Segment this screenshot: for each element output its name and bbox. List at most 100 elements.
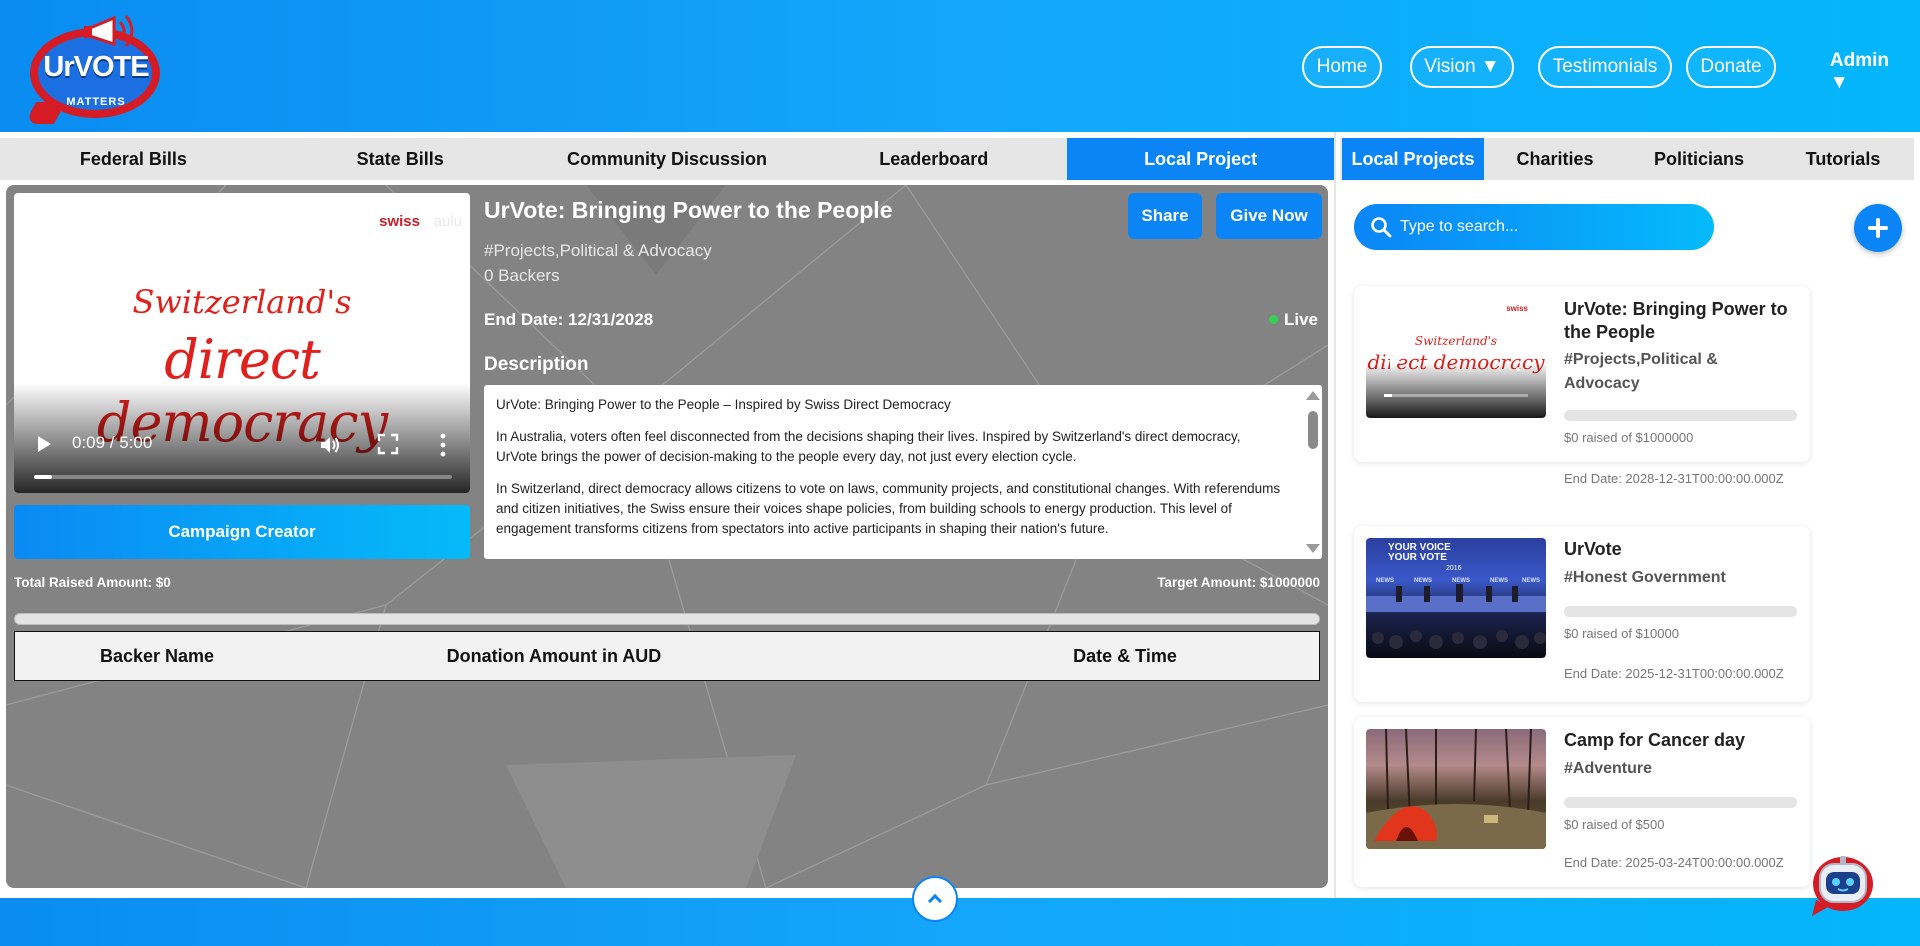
card-title[interactable]: UrVote: Bringing Power to the People	[1564, 298, 1794, 344]
more-options-icon[interactable]	[1516, 353, 1520, 371]
video-brand-label: swiss	[379, 213, 420, 230]
debate-stage-image: YOUR VOICE YOUR VOTE 2016 NEWS NEWS NEWS…	[1366, 542, 1546, 649]
project-tags: #Projects,Political & Advocacy	[484, 241, 712, 260]
video-brand-faint-label: aulu	[433, 213, 462, 230]
scroll-down-arrow-icon[interactable]	[1306, 544, 1320, 553]
left-tab-bar: Federal Bills State Bills Community Disc…	[0, 138, 1334, 180]
nav-home-button[interactable]: Home	[1302, 46, 1382, 88]
campaign-creator-button[interactable]: Campaign Creator	[14, 505, 470, 559]
card-raised: $0 raised of $10000	[1564, 626, 1679, 641]
card-end-date: End Date: 2025-03-24T00:00:00.000Z	[1564, 855, 1784, 870]
logo-subtext: MATTERS	[66, 96, 126, 108]
nav-donate-button[interactable]: Donate	[1686, 46, 1776, 88]
card-tags: #Honest Government	[1564, 569, 1726, 586]
nav-admin-dropdown[interactable]: Admin ▼	[1830, 50, 1889, 94]
card-end-date: End Date: 2025-12-31T00:00:00.000Z	[1564, 666, 1784, 681]
thumb-seek-progress	[1384, 394, 1392, 397]
card-image-thumbnail[interactable]	[1366, 729, 1546, 849]
video-seek-bar[interactable]	[34, 475, 452, 479]
share-button[interactable]: Share	[1128, 193, 1202, 239]
megaphone-icon	[84, 15, 134, 47]
card-tags: #Projects,Political & Advocacy	[1564, 351, 1718, 392]
description-paragraph: In Australia, voters often feel disconne…	[496, 429, 1241, 464]
tab-local-projects[interactable]: Local Projects	[1342, 138, 1484, 180]
backers-table-header: Backer Name Donation Amount in AUD Date …	[14, 631, 1320, 681]
project-card[interactable]: YOUR VOICE YOUR VOTE 2016 NEWS NEWS NEWS…	[1354, 526, 1810, 702]
card-progress-bar	[1564, 797, 1797, 808]
tab-federal-bills[interactable]: Federal Bills	[0, 138, 267, 180]
play-icon[interactable]	[1390, 355, 1401, 369]
description-paragraph: UrVote: Bringing Power to the People – I…	[496, 397, 951, 412]
card-end-date: End Date: 2028-12-31T00:00:00.000Z	[1564, 471, 1784, 486]
urvote-logo[interactable]: UrVOTE MATTERS	[23, 10, 166, 124]
scroll-to-top-button[interactable]	[912, 876, 958, 922]
project-backers: 0 Backers	[484, 266, 560, 285]
column-backer-name: Backer Name	[99, 646, 215, 666]
card-title[interactable]: UrVote	[1564, 538, 1794, 561]
camping-tent-image	[1366, 729, 1546, 849]
nav-testimonials-button[interactable]: Testimonials	[1538, 46, 1672, 88]
header: UrVOTE MATTERS Home Vision ▼ Testimonial…	[0, 0, 1920, 132]
description-heading: Description	[484, 354, 589, 375]
column-date-time: Date & Time	[1073, 646, 1177, 666]
add-project-button[interactable]	[1854, 204, 1902, 252]
status-text: Live	[1283, 310, 1318, 329]
thumb-title-line1: Switzerland's	[1414, 334, 1498, 348]
scroll-up-arrow-icon[interactable]	[1306, 391, 1320, 400]
thumb-news-label: NEWS	[1490, 578, 1508, 584]
give-now-button[interactable]: Give Now	[1216, 193, 1322, 239]
tab-charities[interactable]: Charities	[1484, 138, 1626, 180]
project-end-date: End Date: 12/31/2028	[484, 310, 654, 329]
card-progress-bar	[1564, 410, 1797, 421]
project-card[interactable]: Camp for Cancer day #Adventure $0 raised…	[1354, 717, 1810, 887]
thumb-news-label: NEWS	[1522, 578, 1540, 584]
fullscreen-icon[interactable]	[377, 433, 399, 455]
volume-icon[interactable]	[318, 433, 342, 457]
chatbot-icon[interactable]	[1810, 852, 1876, 918]
panel-divider	[1334, 132, 1336, 898]
project-card[interactable]: swiss Switzerland's direct democracy UrV…	[1354, 286, 1810, 462]
search-icon	[1371, 217, 1392, 238]
logo-text: UrVOTE	[43, 51, 149, 83]
total-raised-amount: Total Raised Amount: $0	[14, 575, 171, 590]
thumb-news-label: NEWS	[1376, 578, 1394, 584]
video-controls: 0:09 / 5:00	[14, 423, 470, 493]
target-amount: Target Amount: $1000000	[1157, 575, 1320, 590]
tab-politicians[interactable]: Politicians	[1628, 138, 1770, 180]
column-donation-amount: Donation Amount in AUD	[446, 646, 662, 666]
footer	[0, 898, 1920, 946]
tab-state-bills[interactable]: State Bills	[267, 138, 534, 180]
tab-leaderboard[interactable]: Leaderboard	[800, 138, 1067, 180]
live-dot-icon	[1268, 315, 1278, 324]
description-box[interactable]: UrVote: Bringing Power to the People – I…	[484, 385, 1322, 559]
project-title: UrVote: Bringing Power to the People	[484, 197, 893, 223]
search-input[interactable]	[1400, 211, 1700, 243]
thumb-news-label: NEWS	[1414, 578, 1432, 584]
project-detail-panel: swiss aulu Switzerland's direct democrac…	[6, 185, 1328, 888]
scrollbar-thumb[interactable]	[1308, 411, 1318, 449]
funding-progress-bar	[14, 613, 1320, 625]
play-icon[interactable]	[38, 436, 51, 452]
more-options-icon[interactable]	[440, 433, 446, 457]
tab-tutorials[interactable]: Tutorials	[1772, 138, 1914, 180]
search-bar	[1354, 204, 1714, 250]
thumb-brand-label: swiss	[1506, 304, 1528, 313]
tab-local-project[interactable]: Local Project	[1067, 138, 1334, 180]
description-scrollbar[interactable]	[1302, 385, 1322, 559]
card-title[interactable]: Camp for Cancer day	[1564, 729, 1794, 752]
project-video-player[interactable]: swiss aulu Switzerland's direct democrac…	[14, 193, 470, 493]
nav-vision-dropdown[interactable]: Vision ▼	[1410, 46, 1514, 88]
status-badge: Live	[1268, 310, 1318, 330]
card-video-thumbnail[interactable]: swiss Switzerland's direct democracy	[1366, 298, 1546, 418]
thumb-banner-year: 2016	[1446, 565, 1462, 572]
video-seek-progress	[34, 475, 52, 479]
card-image-thumbnail[interactable]: YOUR VOICE YOUR VOTE 2016 NEWS NEWS NEWS…	[1366, 538, 1546, 658]
tab-community-discussion[interactable]: Community Discussion	[534, 138, 801, 180]
card-raised: $0 raised of $1000000	[1564, 430, 1694, 445]
thumb-news-label: NEWS	[1452, 578, 1470, 584]
card-tags: #Adventure	[1564, 760, 1653, 777]
video-title-line1: Switzerland's	[132, 283, 352, 321]
thumb-seek-bar	[1384, 394, 1528, 397]
card-progress-bar	[1564, 606, 1797, 617]
chevron-up-icon	[927, 893, 943, 909]
